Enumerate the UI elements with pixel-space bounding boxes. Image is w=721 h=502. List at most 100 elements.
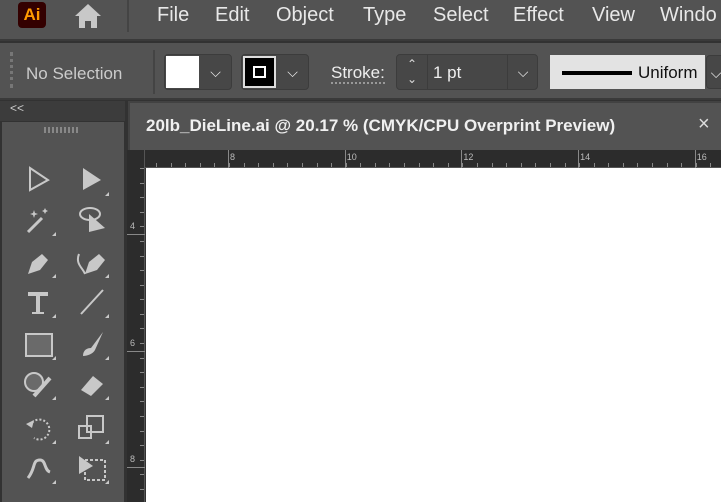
stroke-swatch[interactable] (243, 56, 276, 88)
shaper-tool-icon[interactable] (20, 366, 56, 402)
ruler-tick (156, 163, 158, 167)
ruler-tick (140, 401, 144, 403)
menu-divider (127, 0, 129, 32)
chevron-down-icon[interactable]: ⌵ (277, 55, 308, 89)
ruler-tick (140, 299, 144, 301)
menu-view[interactable]: View (592, 4, 635, 27)
stroke-weight-input[interactable]: 1 pt (433, 63, 461, 83)
chevron-down-icon[interactable]: ⌵ (706, 55, 721, 89)
horizontal-ruler[interactable]: 8 10 12 14 16 (127, 150, 721, 168)
rectangle-tool-icon[interactable] (20, 326, 56, 362)
vertical-ruler[interactable]: 4 6 8 (127, 150, 145, 502)
stroke-weight-stepper[interactable]: ⌃ ⌄ (397, 55, 428, 89)
fill-swatch[interactable] (166, 56, 199, 88)
stroke-weight-field[interactable]: ⌃ ⌄ 1 pt ⌵ (396, 54, 538, 90)
ruler-tick (447, 163, 449, 167)
ruler-tick (593, 163, 595, 167)
ruler-tick (140, 430, 144, 432)
ruler-tick (140, 386, 144, 388)
ruler-tick (549, 163, 551, 167)
divider (153, 50, 155, 94)
menu-select[interactable]: Select (433, 4, 489, 27)
ruler-label: 4 (130, 221, 136, 231)
ruler-tick (608, 163, 610, 167)
ruler-tick (140, 211, 144, 213)
ruler-major-tick (344, 150, 346, 168)
ruler-tick (140, 459, 144, 461)
ruler-tick (637, 163, 639, 167)
ruler-tick (520, 163, 522, 167)
ruler-tick (140, 226, 144, 228)
ruler-tick (140, 474, 144, 476)
ruler-tick (374, 163, 376, 167)
eraser-tool-icon[interactable] (73, 366, 109, 402)
ruler-tick (710, 163, 712, 167)
ruler-label: 12 (463, 152, 474, 162)
magic-wand-tool-icon[interactable] (20, 202, 56, 238)
ruler-major-tick (461, 150, 463, 168)
free-transform-tool-icon[interactable] (73, 450, 109, 486)
panel-grip[interactable] (44, 127, 80, 133)
control-bar-grip[interactable] (10, 52, 13, 88)
menu-object[interactable]: Object (276, 4, 334, 27)
ruler-tick (535, 163, 537, 167)
menu-effect[interactable]: Effect (513, 4, 564, 27)
chevron-down-icon[interactable]: ⌵ (200, 55, 231, 89)
selection-tool-icon[interactable] (20, 162, 56, 198)
ruler-label: 10 (346, 152, 357, 162)
variable-width-profile[interactable]: Uniform (550, 55, 705, 89)
type-tool-icon[interactable] (20, 284, 56, 320)
ruler-tick (404, 163, 406, 167)
ruler-tick (433, 163, 435, 167)
ruler-tick (140, 415, 144, 417)
pen-tool-icon[interactable] (20, 244, 56, 280)
collapse-panel-button[interactable]: << (0, 101, 125, 121)
ruler-tick (345, 163, 347, 167)
ruler-tick (331, 163, 333, 167)
menu-edit[interactable]: Edit (215, 4, 249, 27)
scale-tool-icon[interactable] (73, 410, 109, 446)
close-icon[interactable]: × (698, 113, 710, 136)
selection-status: No Selection (26, 64, 123, 83)
ruler-tick (140, 168, 144, 169)
direct-selection-tool-icon[interactable] (73, 162, 109, 198)
ruler-tick (652, 163, 654, 167)
ruler-tick (140, 240, 144, 242)
ruler-tick (140, 284, 144, 286)
fill-control[interactable]: ⌵ (164, 54, 232, 90)
ruler-tick (681, 163, 683, 167)
rotate-tool-icon[interactable] (20, 410, 56, 446)
ruler-tick (214, 163, 216, 167)
ruler-tick (622, 163, 624, 167)
stroke-label[interactable]: Stroke: (331, 64, 385, 84)
chevron-down-icon[interactable]: ⌵ (507, 55, 538, 89)
ruler-major-tick (228, 150, 229, 168)
ruler-tick (140, 488, 144, 490)
ruler-tick (564, 163, 566, 167)
artboard[interactable] (146, 168, 721, 502)
ruler-label: 16 (696, 152, 707, 162)
line-segment-tool-icon[interactable] (73, 284, 109, 320)
document-title: 20lb_DieLine.ai @ 20.17 % (CMYK/CPU Over… (146, 116, 616, 135)
paintbrush-tool-icon[interactable] (73, 326, 109, 362)
ruler-major-tick (127, 350, 145, 352)
ruler-tick (185, 163, 187, 167)
ruler-tick (140, 255, 144, 257)
curvature-tool-icon[interactable] (73, 244, 109, 280)
menu-type[interactable]: Type (363, 4, 406, 27)
ruler-tick (579, 163, 581, 167)
home-icon[interactable] (72, 2, 104, 30)
ruler-tick (360, 163, 362, 167)
lasso-tool-icon[interactable] (73, 202, 109, 238)
ruler-tick (140, 197, 144, 199)
puppet-warp-tool-icon[interactable] (20, 450, 56, 486)
ruler-tick (170, 163, 172, 167)
ruler-tick (140, 357, 144, 359)
ruler-tick (389, 163, 391, 167)
menu-file[interactable]: File (157, 4, 189, 27)
menu-window[interactable]: Windo (660, 4, 717, 27)
stroke-control[interactable]: ⌵ (241, 54, 309, 90)
profile-label: Uniform (638, 63, 698, 82)
ruler-major-tick (578, 150, 580, 168)
ruler-major-tick (127, 234, 145, 235)
